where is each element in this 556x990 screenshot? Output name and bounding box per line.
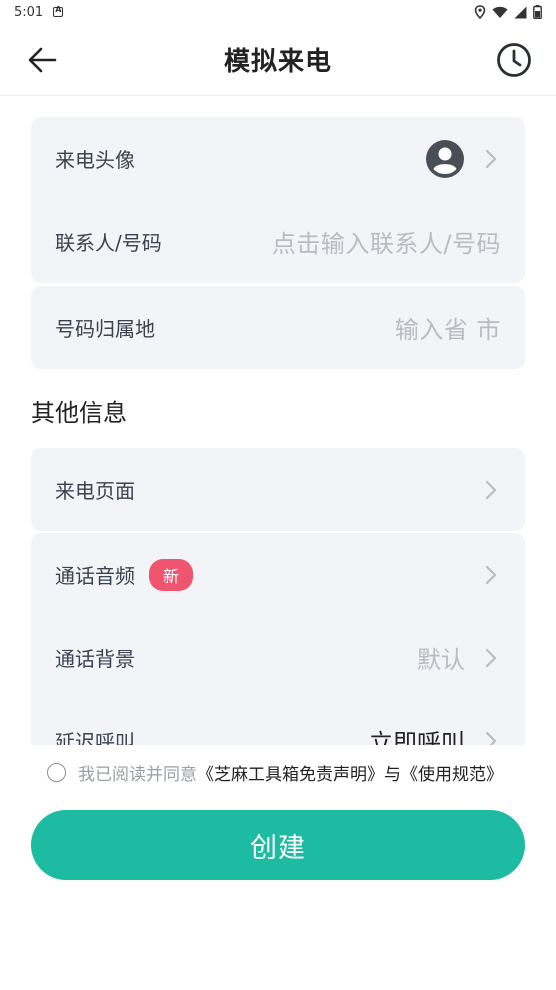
call-delay-value: 立即呼叫 xyxy=(369,729,465,745)
status-left: 5:01 xyxy=(14,4,64,20)
location-row[interactable]: 号码归属地 输入省 市 xyxy=(31,286,525,369)
status-right xyxy=(474,5,542,19)
agreement-prefix: 我已阅读并同意 xyxy=(78,765,197,785)
location-card: 号码归属地 输入省 市 xyxy=(31,286,525,369)
call-audio-label: 通话音频 xyxy=(55,564,135,588)
call-delay-right: 立即呼叫 xyxy=(369,723,501,745)
usage-rules-link[interactable]: 《使用规范》 xyxy=(401,765,503,785)
notification-icon xyxy=(53,5,64,17)
caller-avatar-label: 来电头像 xyxy=(55,148,135,172)
other-info-title: 其他信息 xyxy=(31,399,127,427)
call-delay-label: 延迟呼叫 xyxy=(55,730,135,745)
chevron-right-icon xyxy=(481,478,501,502)
form-scroll-area[interactable]: 来电头像 联系人/号码 点击输入联系人/号码 号码归属地 输入省 市 其他信息 … xyxy=(0,97,556,745)
location-input[interactable]: 输入省 市 xyxy=(395,310,501,345)
contact-label: 联系人/号码 xyxy=(55,231,162,255)
location-right: 输入省 市 xyxy=(395,310,501,345)
call-settings-card: 通话音频 新 通话背景 默认 延迟呼叫 立即呼叫 xyxy=(31,533,525,745)
agreement-joiner: 与 xyxy=(384,765,401,785)
history-button[interactable] xyxy=(494,42,534,78)
caller-avatar-row[interactable]: 来电头像 xyxy=(31,117,525,200)
call-background-right: 默认 xyxy=(417,640,501,675)
contact-right: 点击输入联系人/号码 xyxy=(272,224,501,259)
call-audio-right xyxy=(481,563,501,587)
app-bar: 模拟来电 xyxy=(0,24,556,96)
chevron-right-icon xyxy=(481,563,501,587)
new-badge: 新 xyxy=(149,558,194,591)
caller-avatar-right xyxy=(425,139,501,179)
page-title: 模拟来电 xyxy=(223,47,332,77)
chevron-right-icon xyxy=(481,147,501,171)
status-time: 5:01 xyxy=(14,4,44,20)
call-page-label: 来电页面 xyxy=(55,479,135,503)
disclaimer-link[interactable]: 《芝麻工具箱免责声明》 xyxy=(197,765,384,785)
back-button[interactable] xyxy=(22,42,62,78)
contact-row[interactable]: 联系人/号码 点击输入联系人/号码 xyxy=(31,200,525,283)
call-page-card: 来电页面 xyxy=(31,448,525,531)
call-background-label: 通话背景 xyxy=(55,647,135,671)
battery-icon xyxy=(533,5,542,19)
avatar-icon xyxy=(426,139,464,178)
agreement-row: 我已阅读并同意《芝麻工具箱免责声明》与《使用规范》 xyxy=(47,760,503,785)
contact-input[interactable]: 点击输入联系人/号码 xyxy=(272,224,501,259)
chevron-right-icon xyxy=(481,646,501,670)
agreement-radio[interactable] xyxy=(47,763,66,782)
location-icon xyxy=(474,5,486,19)
chevron-right-icon xyxy=(481,729,501,745)
create-button[interactable]: 创建 xyxy=(31,810,525,880)
call-page-right xyxy=(481,478,501,502)
call-audio-row[interactable]: 通话音频 新 xyxy=(31,533,525,616)
wifi-icon xyxy=(492,6,508,18)
location-label: 号码归属地 xyxy=(55,317,155,341)
agreement-text: 我已阅读并同意《芝麻工具箱免责声明》与《使用规范》 xyxy=(78,760,503,785)
arrow-left-icon xyxy=(28,47,57,73)
call-delay-row[interactable]: 延迟呼叫 立即呼叫 xyxy=(31,699,525,745)
clock-icon xyxy=(497,43,531,77)
caller-card: 来电头像 联系人/号码 点击输入联系人/号码 xyxy=(31,117,525,283)
signal-icon xyxy=(514,6,527,18)
call-background-value: 默认 xyxy=(417,646,465,674)
call-page-row[interactable]: 来电页面 xyxy=(31,448,525,531)
call-background-row[interactable]: 通话背景 默认 xyxy=(31,616,525,699)
status-bar: 5:01 xyxy=(0,0,556,24)
